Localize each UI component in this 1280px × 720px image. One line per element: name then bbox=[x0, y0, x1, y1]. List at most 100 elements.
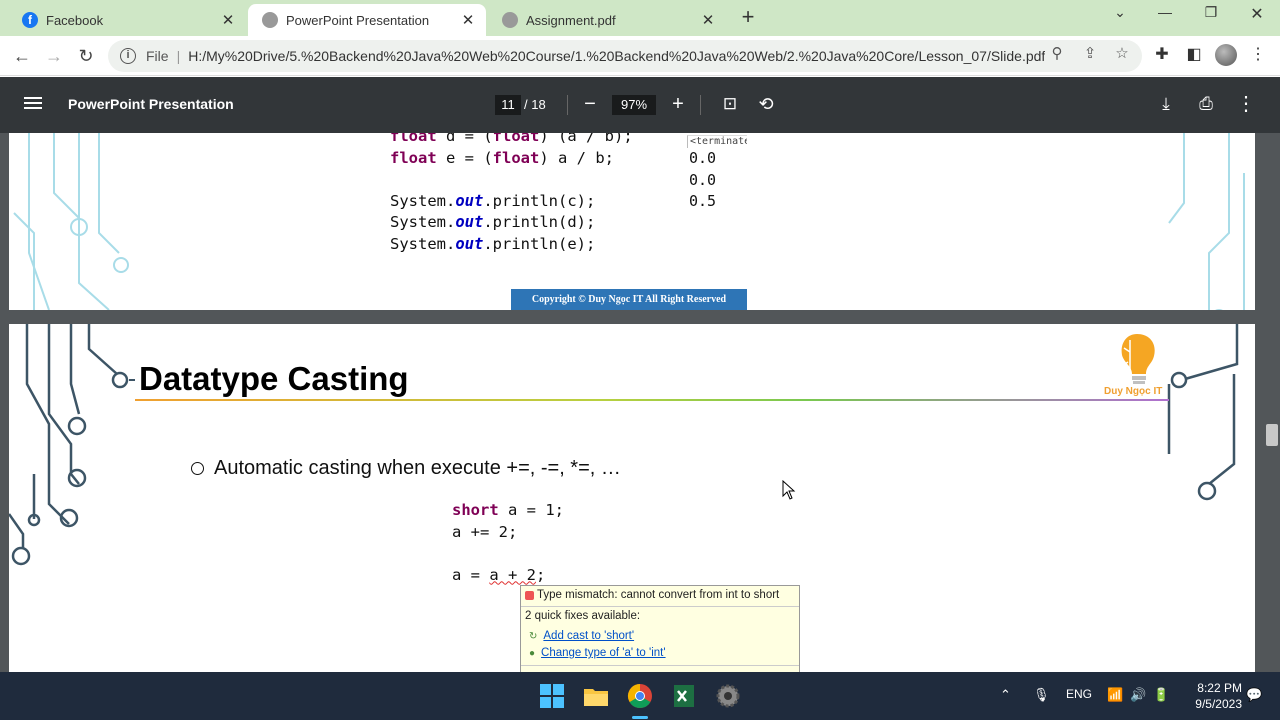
back-arrow-icon[interactable]: ← bbox=[10, 44, 34, 68]
vertical-scrollbar[interactable] bbox=[1264, 133, 1280, 672]
code-line: System.out.println(d); bbox=[390, 213, 595, 231]
wifi-icon[interactable]: 📶 bbox=[1107, 687, 1123, 703]
chrome-icon[interactable] bbox=[626, 682, 654, 710]
tab-title: Assignment.pdf bbox=[526, 12, 616, 28]
minimize-icon[interactable]: — bbox=[1150, 4, 1180, 28]
file-explorer-icon[interactable] bbox=[582, 682, 610, 710]
close-tab-icon[interactable]: ✕ bbox=[220, 11, 236, 29]
code-token: d = ( bbox=[436, 133, 493, 145]
error-icon bbox=[525, 590, 534, 600]
console-value: 0.5 bbox=[689, 192, 717, 210]
bullet-circle-icon bbox=[191, 462, 204, 475]
code-line: float e = (float) a / b; bbox=[390, 149, 614, 167]
info-icon[interactable]: i bbox=[120, 48, 136, 64]
tab-facebook[interactable]: f Facebook ✕ bbox=[8, 4, 246, 36]
code-block: short a = 1; a += 2; a = a + 2; bbox=[452, 500, 564, 586]
close-tab-icon[interactable]: ✕ bbox=[700, 11, 716, 29]
close-window-icon[interactable]: ✕ bbox=[1242, 4, 1272, 28]
code-token: ) (a / b); bbox=[539, 133, 633, 145]
forward-arrow-icon[interactable]: → bbox=[42, 44, 66, 68]
tab-title: PowerPoint Presentation bbox=[286, 12, 430, 28]
code-token: float bbox=[492, 133, 540, 145]
cast-fix-icon: ↻ bbox=[529, 630, 538, 642]
system-clock[interactable]: 8:22 PM 9/5/2023 bbox=[1180, 680, 1242, 712]
code-token: e = ( bbox=[436, 148, 493, 167]
bookmark-star-icon[interactable]: ☆ bbox=[1112, 44, 1132, 64]
page-number-input[interactable]: 11 bbox=[495, 95, 521, 115]
zoom-out-icon[interactable]: − bbox=[578, 92, 602, 116]
excel-app-icon[interactable] bbox=[670, 682, 698, 710]
close-tab-icon[interactable]: ✕ bbox=[460, 11, 476, 29]
windows-start-icon[interactable] bbox=[538, 682, 566, 710]
language-indicator[interactable]: ENG bbox=[1066, 687, 1092, 701]
divider bbox=[521, 665, 799, 666]
code-token: ; bbox=[536, 565, 546, 584]
zoom-in-icon[interactable]: + bbox=[666, 92, 690, 116]
tab-powerpoint-presentation[interactable]: PowerPoint Presentation ✕ bbox=[248, 4, 486, 36]
print-icon[interactable]: ⎙ bbox=[1194, 92, 1218, 116]
code-token: float bbox=[492, 148, 540, 167]
side-panel-icon[interactable]: ◧ bbox=[1183, 44, 1205, 66]
microphone-icon[interactable]: 🎙 bbox=[1033, 687, 1050, 703]
pdf-document-area[interactable]: float d = (float) (a / b); float e = (fl… bbox=[0, 133, 1264, 672]
code-token: float bbox=[390, 133, 437, 145]
code-line: float d = (float) (a / b); bbox=[390, 133, 633, 145]
fit-to-page-icon[interactable]: ⊡ bbox=[718, 92, 742, 116]
copyright-banner: Copyright © Duy Ngọc IT All Right Reserv… bbox=[511, 289, 747, 310]
code-token: System. bbox=[390, 234, 456, 253]
tab-title: Facebook bbox=[46, 12, 104, 28]
rotate-icon[interactable]: ⟲ bbox=[754, 92, 778, 116]
code-token: a = bbox=[452, 565, 490, 584]
scrollbar-thumb[interactable] bbox=[1266, 424, 1278, 446]
reload-icon[interactable]: ↻ bbox=[74, 44, 98, 68]
code-line: System.out.println(e); bbox=[390, 235, 595, 253]
share-icon[interactable]: ⇪ bbox=[1080, 44, 1100, 64]
quick-fix-item[interactable]: ↻ Add cast to 'short' bbox=[529, 630, 634, 642]
menu-icon[interactable] bbox=[24, 94, 42, 116]
code-block: float d = (float) (a / b); float e = (fl… bbox=[390, 133, 633, 255]
code-token: out bbox=[455, 213, 484, 231]
scheme-label: File bbox=[146, 48, 169, 64]
pdf-toolbar: PowerPoint Presentation 11 / 18 − 97% + … bbox=[0, 77, 1280, 133]
zoom-icon[interactable]: ⚲ bbox=[1047, 44, 1067, 64]
new-tab-button[interactable]: + bbox=[736, 6, 760, 30]
quick-fixes-label: 2 quick fixes available: bbox=[525, 610, 641, 622]
logo-text: Duy Ngọc IT bbox=[1104, 386, 1163, 397]
tab-strip: f Facebook ✕ PowerPoint Presentation ✕ A… bbox=[0, 0, 1280, 36]
code-line: a += 2; bbox=[452, 522, 518, 541]
tab-search-icon[interactable]: ⌄ bbox=[1105, 4, 1135, 28]
extensions-icon[interactable]: ✚ bbox=[1151, 44, 1173, 66]
divider bbox=[700, 95, 701, 115]
code-token: .println(c); bbox=[483, 191, 596, 210]
mouse-pointer-icon bbox=[782, 480, 796, 500]
slide-title: Datatype Casting bbox=[139, 360, 409, 397]
notifications-icon[interactable]: 💬 bbox=[1246, 687, 1262, 703]
code-token: short bbox=[452, 501, 499, 519]
code-line: System.out.println(c); bbox=[390, 192, 595, 210]
browser-toolbar: ← → ↻ i File | H:/My%20Drive/5.%20Backen… bbox=[0, 36, 1280, 76]
console-value: 0.0 bbox=[689, 149, 717, 167]
restore-icon[interactable]: ❐ bbox=[1196, 4, 1226, 28]
slide-page-11: Duy Ngọc IT Datatype Casting Automatic c… bbox=[9, 324, 1255, 672]
quick-fix-item[interactable]: ● Change type of 'a' to 'int' bbox=[529, 647, 666, 659]
download-icon[interactable]: ⤓ bbox=[1154, 92, 1178, 116]
battery-icon[interactable]: 🔋 bbox=[1153, 687, 1169, 703]
quick-fix-link[interactable]: Add cast to 'short' bbox=[543, 630, 634, 642]
profile-avatar[interactable] bbox=[1215, 44, 1237, 66]
address-bar[interactable]: i File | H:/My%20Drive/5.%20Backend%20Ja… bbox=[108, 40, 1142, 72]
chrome-menu-icon[interactable]: ⋮ bbox=[1247, 44, 1269, 66]
settings-gear-icon[interactable] bbox=[714, 682, 742, 710]
active-app-indicator bbox=[632, 716, 648, 719]
divider bbox=[567, 95, 568, 115]
bullet-text: Automatic casting when execute +=, -=, *… bbox=[214, 457, 621, 479]
url-text[interactable]: H:/My%20Drive/5.%20Backend%20Java%20Web%… bbox=[188, 48, 1045, 64]
separator: | bbox=[176, 48, 181, 64]
error-message: Type mismatch: cannot convert from int t… bbox=[537, 589, 780, 601]
more-options-icon[interactable]: ⋮ bbox=[1234, 92, 1258, 116]
show-hidden-icons-icon[interactable]: ⌃ bbox=[1000, 687, 1011, 703]
change-type-fix-icon: ● bbox=[529, 647, 536, 659]
tab-assignment-pdf[interactable]: Assignment.pdf ✕ bbox=[488, 4, 726, 36]
zoom-level-input[interactable]: 97% bbox=[612, 95, 656, 115]
volume-icon[interactable]: 🔊 bbox=[1130, 687, 1146, 703]
quick-fix-link[interactable]: Change type of 'a' to 'int' bbox=[541, 647, 666, 659]
